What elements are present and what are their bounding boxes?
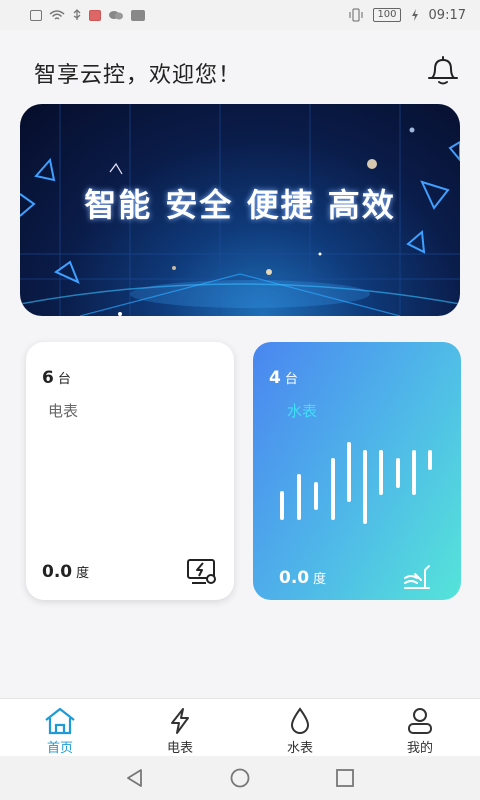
electric-count: 6台 bbox=[42, 368, 71, 388]
home-circle-icon[interactable] bbox=[229, 768, 251, 788]
back-triangle-icon[interactable] bbox=[125, 768, 145, 788]
lightning-icon bbox=[171, 708, 189, 734]
electric-reading: 0.0 度 bbox=[42, 562, 90, 582]
vibrate-icon bbox=[349, 8, 363, 22]
banner-slogan: 智能 安全 便捷 高效 bbox=[84, 186, 396, 224]
home-icon bbox=[45, 707, 75, 735]
electric-meter-card[interactable]: 6台 电表 0.0 度 bbox=[26, 342, 234, 600]
status-icons-right: 100 09:17 bbox=[349, 8, 466, 23]
water-card-label: 水表 bbox=[287, 402, 318, 420]
wifi-icon bbox=[49, 10, 65, 20]
bottom-navigation: 首页 电表 水表 我的 bbox=[0, 698, 480, 756]
recents-square-icon[interactable] bbox=[335, 768, 355, 788]
wechat-icon bbox=[109, 11, 123, 20]
water-waveform-graphic bbox=[280, 442, 432, 524]
status-icons-left bbox=[30, 9, 145, 21]
message-icon bbox=[131, 9, 145, 21]
usb-icon bbox=[73, 9, 81, 20]
nav-mine[interactable]: 我的 bbox=[360, 699, 480, 756]
status-time: 09:17 bbox=[428, 7, 466, 23]
alert-icon bbox=[30, 9, 42, 21]
battery-indicator: 100 bbox=[373, 8, 401, 22]
water-count: 4台 bbox=[269, 368, 298, 388]
electric-card-label: 电表 bbox=[48, 402, 79, 420]
nav-water[interactable]: 水表 bbox=[240, 699, 360, 756]
electric-waveform-graphic bbox=[39, 431, 218, 533]
charging-icon bbox=[411, 9, 418, 21]
water-meter-card[interactable]: 4台 水表 0.0 度 bbox=[253, 342, 461, 600]
nav-mine-label: 我的 bbox=[406, 741, 433, 756]
bell-icon[interactable] bbox=[424, 54, 462, 88]
app-notification-icon bbox=[89, 9, 101, 21]
system-navigation-bar bbox=[0, 756, 480, 800]
water-reading: 0.0 度 bbox=[279, 568, 327, 588]
nav-home-label: 首页 bbox=[46, 741, 73, 756]
water-meter-icon bbox=[404, 565, 430, 589]
nav-water-label: 水表 bbox=[286, 741, 313, 756]
user-icon bbox=[408, 708, 432, 734]
status-bar: 100 09:17 bbox=[0, 0, 480, 30]
promo-banner[interactable]: 智能 安全 便捷 高效 bbox=[20, 104, 460, 316]
nav-electric-label: 电表 bbox=[166, 741, 193, 756]
electric-meter-icon bbox=[187, 559, 216, 584]
nav-electric[interactable]: 电表 bbox=[120, 699, 240, 756]
nav-home[interactable]: 首页 bbox=[0, 699, 120, 756]
water-drop-icon bbox=[290, 707, 310, 734]
greeting-title: 智享云控，欢迎您！ bbox=[34, 63, 242, 88]
